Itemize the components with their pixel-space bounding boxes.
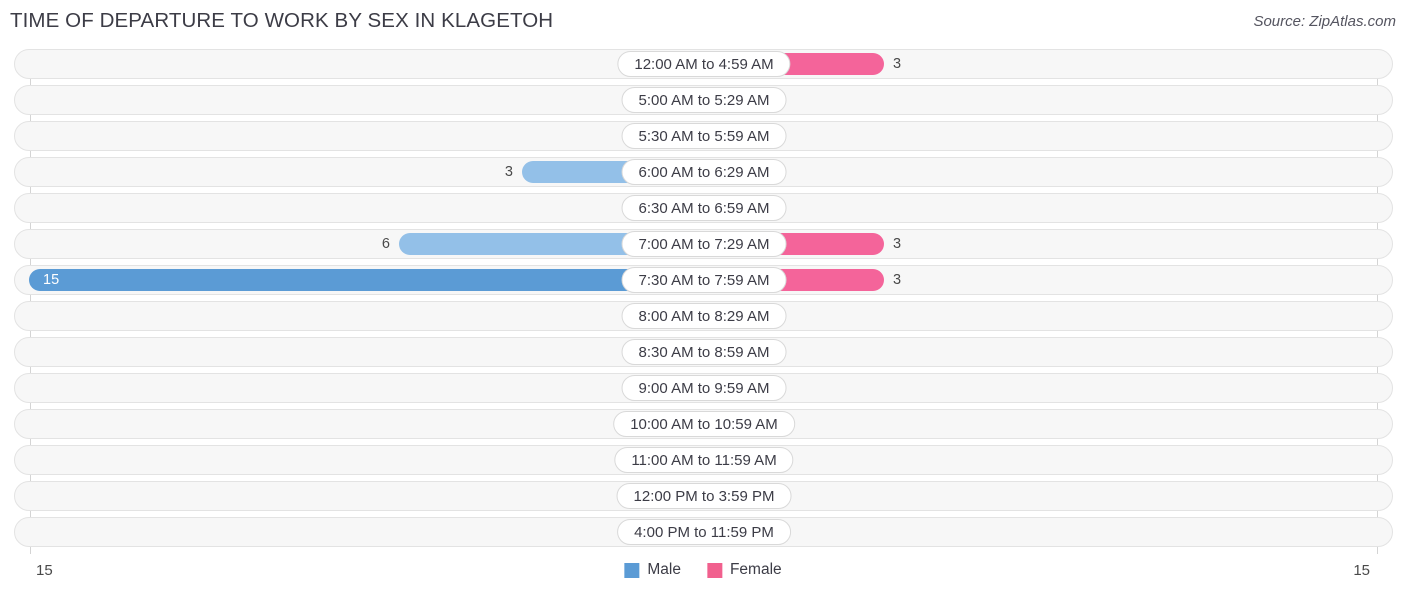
table-row[interactable]: 0011:00 AM to 11:59 AM: [14, 445, 1393, 475]
axis-tick-right: 15: [1353, 562, 1370, 579]
table-row[interactable]: 006:30 AM to 6:59 AM: [14, 193, 1393, 223]
category-label: 12:00 AM to 4:59 AM: [617, 51, 791, 77]
table-row[interactable]: 0010:00 AM to 10:59 AM: [14, 409, 1393, 439]
chart-legend: Male Female: [624, 561, 782, 579]
category-label: 5:30 AM to 5:59 AM: [621, 123, 787, 149]
value-label-female: 3: [893, 55, 902, 72]
page-title: TIME OF DEPARTURE TO WORK BY SEX IN KLAG…: [10, 9, 554, 32]
category-label: 9:00 AM to 9:59 AM: [621, 375, 787, 401]
table-row[interactable]: 008:30 AM to 8:59 AM: [14, 337, 1393, 367]
table-row[interactable]: 306:00 AM to 6:29 AM: [14, 157, 1393, 187]
table-row[interactable]: 15 3 7:30 AM to 7:59 AM: [14, 265, 1393, 295]
table-row[interactable]: 008:00 AM to 8:29 AM: [14, 301, 1393, 331]
value-label-female: 3: [893, 235, 902, 252]
table-row[interactable]: 009:00 AM to 9:59 AM: [14, 373, 1393, 403]
category-label: 11:00 AM to 11:59 AM: [614, 447, 794, 473]
table-row[interactable]: 005:00 AM to 5:29 AM: [14, 85, 1393, 115]
category-label: 7:30 AM to 7:59 AM: [621, 267, 787, 293]
table-row[interactable]: 0312:00 AM to 4:59 AM: [14, 49, 1393, 79]
table-row[interactable]: 6 3 7:00 AM to 7:29 AM: [14, 229, 1393, 259]
category-label: 12:00 PM to 3:59 PM: [616, 483, 792, 509]
category-label: 10:00 AM to 10:59 AM: [613, 411, 795, 437]
table-row[interactable]: 005:30 AM to 5:59 AM: [14, 121, 1393, 151]
legend-label: Female: [729, 561, 782, 578]
category-label: 8:30 AM to 8:59 AM: [621, 339, 787, 365]
bar-male[interactable]: [29, 269, 702, 291]
chart-header: TIME OF DEPARTURE TO WORK BY SEX IN KLAG…: [0, 0, 1406, 42]
legend-item-male[interactable]: Male: [624, 561, 681, 579]
category-label: 5:00 AM to 5:29 AM: [621, 87, 787, 113]
legend-swatch-icon: [624, 562, 640, 578]
category-label: 6:00 AM to 6:29 AM: [621, 159, 787, 185]
chart-plot-area: 0312:00 AM to 4:59 AM005:00 AM to 5:29 A…: [0, 42, 1406, 554]
category-label: 7:00 AM to 7:29 AM: [621, 231, 787, 257]
legend-label: Male: [647, 561, 681, 578]
category-label: 8:00 AM to 8:29 AM: [621, 303, 787, 329]
source-attribution: Source: ZipAtlas.com: [1253, 13, 1396, 30]
legend-swatch-icon: [706, 562, 722, 578]
value-label-male: 15: [43, 271, 60, 288]
table-row[interactable]: 004:00 PM to 11:59 PM: [14, 517, 1393, 547]
category-label: 6:30 AM to 6:59 AM: [621, 195, 787, 221]
category-label: 4:00 PM to 11:59 PM: [617, 519, 791, 545]
value-label-male: 6: [381, 235, 390, 252]
table-row[interactable]: 0012:00 PM to 3:59 PM: [14, 481, 1393, 511]
axis-tick-left: 15: [36, 562, 53, 579]
value-label-female: 3: [893, 271, 902, 288]
chart-footer: 15 15 Male Female: [0, 554, 1406, 595]
value-label-male: 3: [504, 163, 513, 180]
legend-item-female[interactable]: Female: [706, 561, 782, 579]
